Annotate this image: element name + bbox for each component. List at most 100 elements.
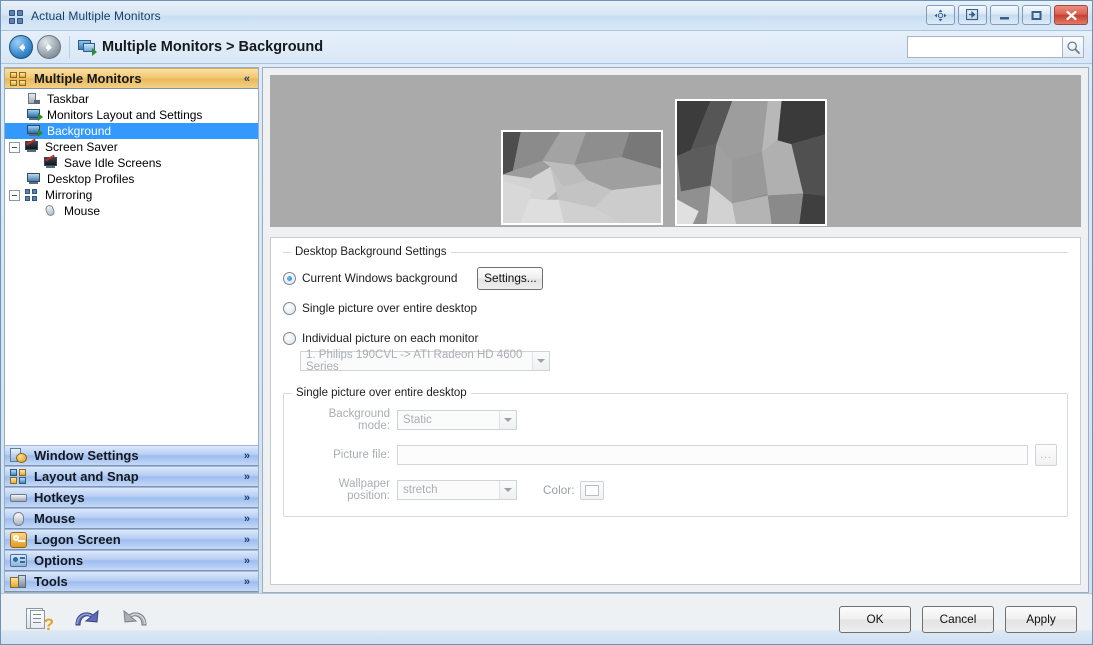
sidebar-group-mouse[interactable]: Mouse » — [5, 508, 258, 529]
monitor-select-value: 1. Philips 190CVL -> ATI Radeon HD 4600 … — [306, 349, 549, 373]
send-to-monitor-button[interactable] — [958, 5, 987, 25]
wallpaper-position-row: Wallpaper position: stretch Color: — [294, 478, 1057, 502]
chevron-up-icon: « — [244, 73, 250, 85]
desktop-background-settings-panel: Desktop Background Settings Current Wind… — [270, 237, 1081, 585]
cancel-button[interactable]: Cancel — [922, 606, 994, 633]
search-button[interactable] — [1062, 36, 1084, 58]
sidebar-item-desktop-profiles[interactable]: Desktop Profiles — [5, 171, 258, 187]
collapse-toggle-icon[interactable] — [9, 142, 20, 153]
wallpaper-preview-2 — [677, 101, 825, 224]
minimize-button[interactable] — [990, 5, 1019, 25]
idle-screens-icon — [42, 156, 60, 170]
monitor-preview-2[interactable] — [675, 99, 827, 226]
background-icon — [25, 124, 43, 138]
radio-individual-picture-on-each-monitor[interactable] — [283, 332, 296, 345]
picture-file-input[interactable] — [397, 445, 1028, 465]
sidebar-group-label: Window Settings — [34, 448, 244, 463]
chevron-down-icon: » — [244, 534, 250, 546]
mouse-group-icon — [10, 511, 28, 527]
navigation-bar: Multiple Monitors > Background — [1, 31, 1092, 64]
sidebar-group-label: Hotkeys — [34, 490, 244, 505]
chevron-down-icon: » — [244, 450, 250, 462]
sidebar-group-options[interactable]: Options » — [5, 550, 258, 571]
sidebar-item-label: Monitors Layout and Settings — [47, 108, 202, 122]
sidebar-group-label: Layout and Snap — [34, 469, 244, 484]
radio-current-windows-background[interactable] — [283, 272, 296, 285]
option-current-windows-background[interactable]: Current Windows background Settings... — [283, 267, 1068, 289]
main-body: Multiple Monitors « Taskbar Monitors Lay… — [1, 65, 1092, 593]
help-icon[interactable]: ? — [24, 606, 54, 633]
background-mode-select[interactable]: Static — [397, 410, 517, 430]
settings-group: Desktop Background Settings Current Wind… — [283, 252, 1068, 371]
footer-bar: ? OK Cancel Apply — [1, 593, 1092, 644]
sidebar-group-tools[interactable]: Tools » — [5, 571, 258, 592]
browse-button[interactable]: ... — [1035, 444, 1057, 466]
collapse-toggle-icon[interactable] — [9, 190, 20, 201]
color-swatch-button[interactable] — [580, 481, 604, 500]
tools-icon — [10, 574, 28, 590]
settings-button[interactable]: Settings... — [477, 267, 543, 290]
dialog-buttons: OK Cancel Apply — [839, 606, 1083, 633]
taskbar-icon — [25, 92, 43, 106]
wallpaper-position-value: stretch — [403, 484, 438, 496]
sidebar-item-mouse[interactable]: Mouse — [5, 203, 258, 219]
close-button[interactable] — [1054, 5, 1088, 25]
chevron-down-icon[interactable] — [499, 481, 516, 499]
chevron-down-icon: » — [244, 513, 250, 525]
back-arrow-icon — [15, 41, 28, 54]
option-individual-picture[interactable]: Individual picture on each monitor — [283, 327, 1068, 349]
sidebar-item-save-idle-screens[interactable]: Save Idle Screens — [5, 155, 258, 171]
multiple-monitors-icon — [10, 71, 28, 87]
maximize-button[interactable] — [1022, 5, 1051, 25]
option-label: Current Windows background — [302, 271, 457, 285]
background-mode-label: Background mode: — [294, 408, 390, 432]
sidebar-item-screen-saver[interactable]: Screen Saver — [5, 139, 258, 155]
sidebar-item-label: Background — [47, 124, 111, 138]
background-mode-row: Background mode: Static — [294, 408, 1057, 432]
hotkeys-icon — [10, 490, 28, 506]
chevron-down-icon[interactable] — [499, 411, 516, 429]
wallpaper-preview-1 — [503, 132, 661, 223]
wallpaper-position-label: Wallpaper position: — [294, 478, 390, 502]
apply-button[interactable]: Apply — [1005, 606, 1077, 633]
monitor-select-row: 1. Philips 190CVL -> ATI Radeon HD 4600 … — [283, 351, 1068, 371]
monitor-settings-icon — [25, 108, 43, 122]
layout-snap-icon — [10, 469, 28, 485]
sidebar-group-label: Multiple Monitors — [34, 71, 244, 86]
ok-button[interactable]: OK — [839, 606, 911, 633]
sidebar-item-label: Screen Saver — [45, 140, 118, 154]
monitor-preview-area — [270, 75, 1081, 227]
sidebar-group-logon-screen[interactable]: Logon Screen » — [5, 529, 258, 550]
option-label: Individual picture on each monitor — [302, 331, 478, 345]
sidebar-group-multiple-monitors[interactable]: Multiple Monitors « — [5, 68, 258, 89]
application-window: Actual Multiple Monitors — [0, 0, 1093, 645]
search-icon — [1066, 40, 1081, 55]
picture-file-row: Picture file: ... — [294, 444, 1057, 466]
sidebar-item-background[interactable]: Background — [5, 123, 258, 139]
sidebar-item-monitors-layout[interactable]: Monitors Layout and Settings — [5, 107, 258, 123]
monitors-icon — [78, 39, 96, 55]
sidebar-group-label: Logon Screen — [34, 532, 244, 547]
wallpaper-position-select[interactable]: stretch — [397, 480, 517, 500]
color-label: Color: — [543, 483, 574, 497]
chevron-down-icon: » — [244, 471, 250, 483]
sidebar-item-taskbar[interactable]: Taskbar — [5, 91, 258, 107]
back-button[interactable] — [9, 35, 33, 59]
sidebar-group-layout-and-snap[interactable]: Layout and Snap » — [5, 466, 258, 487]
sidebar-item-label: Save Idle Screens — [64, 156, 161, 170]
forward-button[interactable] — [37, 35, 61, 59]
sidebar-group-window-settings[interactable]: Window Settings » — [5, 445, 258, 466]
chevron-down-icon[interactable] — [532, 352, 549, 370]
monitor-select[interactable]: 1. Philips 190CVL -> ATI Radeon HD 4600 … — [300, 351, 550, 371]
monitor-preview-1[interactable] — [501, 130, 663, 225]
nav-separator — [69, 36, 70, 58]
search-input[interactable] — [907, 36, 1062, 58]
option-single-picture[interactable]: Single picture over entire desktop — [283, 297, 1068, 319]
mirroring-icon — [23, 188, 41, 202]
undo-icon[interactable] — [72, 606, 102, 633]
sidebar-item-mirroring[interactable]: Mirroring — [5, 187, 258, 203]
radio-single-picture-over-entire-desktop[interactable] — [283, 302, 296, 315]
move-to-monitor-button[interactable] — [926, 5, 955, 25]
window-title: Actual Multiple Monitors — [31, 9, 161, 23]
sidebar-group-hotkeys[interactable]: Hotkeys » — [5, 487, 258, 508]
